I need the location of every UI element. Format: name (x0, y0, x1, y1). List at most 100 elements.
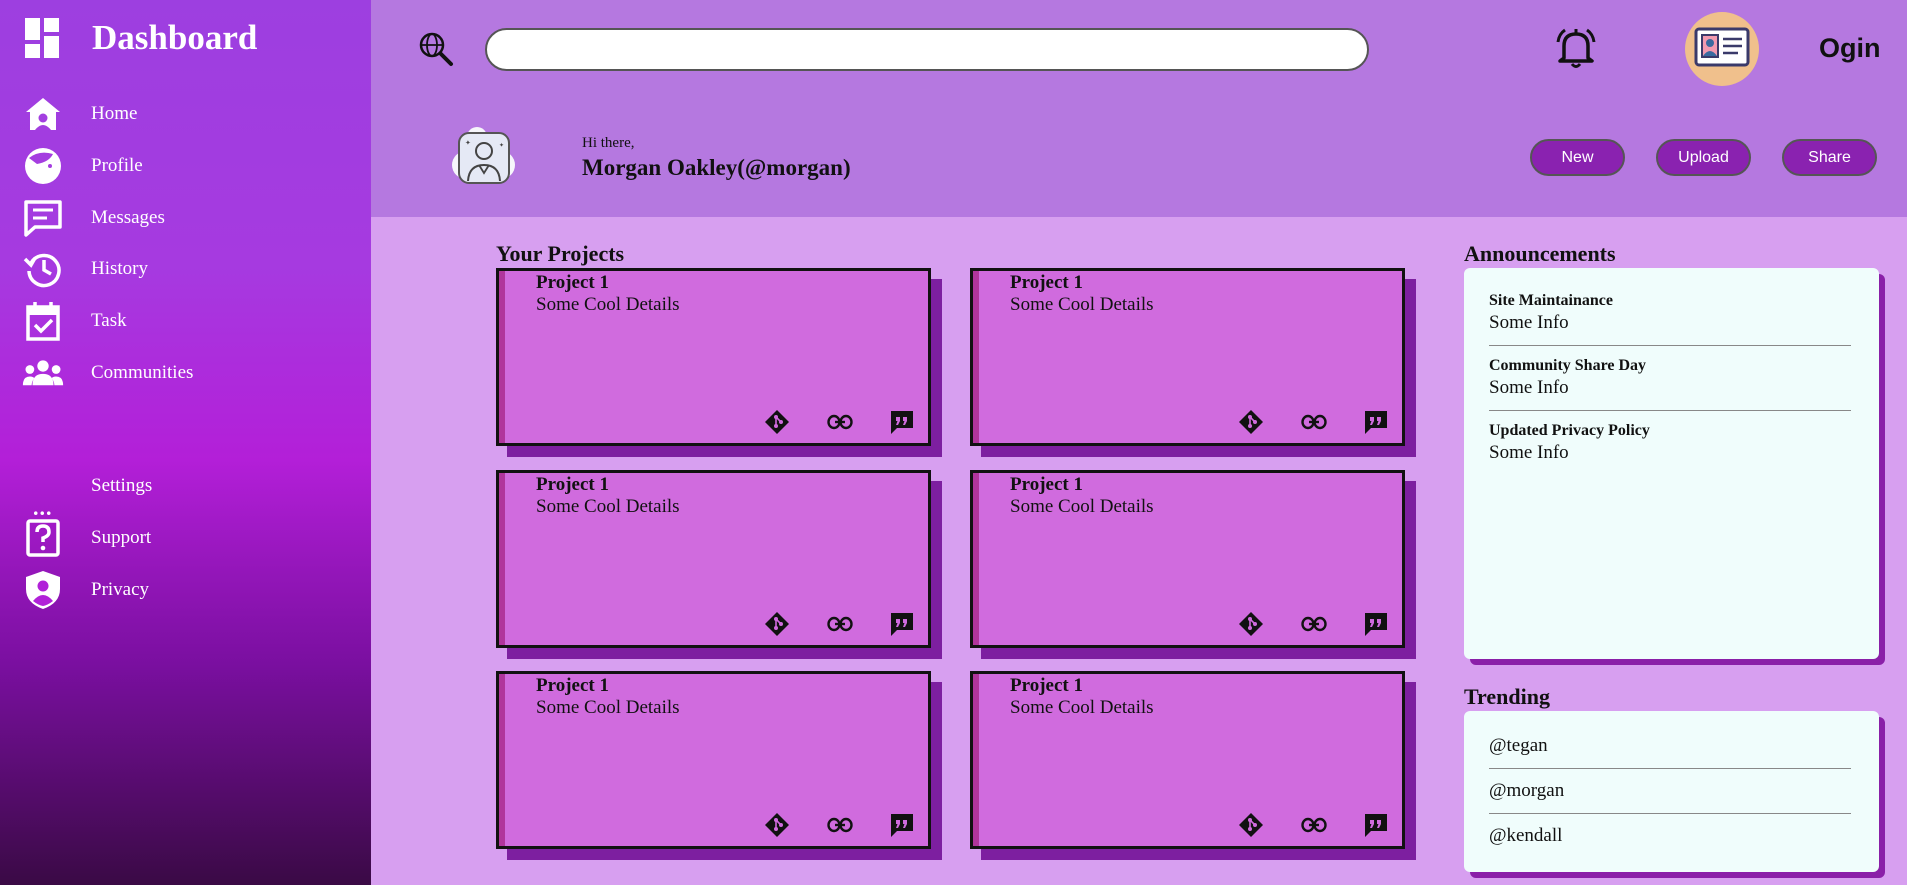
project-card[interactable]: Project 1 Some Cool Details (496, 470, 931, 648)
link-icon[interactable] (826, 610, 854, 638)
comment-quote-icon[interactable] (1362, 811, 1390, 839)
project-title: Project 1 (1010, 474, 1083, 495)
project-card[interactable]: Project 1 Some Cool Details (496, 268, 931, 446)
sidebar-item-support[interactable]: Support (0, 516, 371, 560)
share-button[interactable]: Share (1782, 139, 1877, 176)
comment-quote-icon[interactable] (888, 408, 916, 436)
sidebar-item-label: Privacy (91, 579, 150, 600)
link-icon[interactable] (1300, 811, 1328, 839)
git-icon[interactable] (763, 408, 791, 436)
search-icon[interactable] (418, 31, 454, 67)
project-card[interactable]: Project 1 Some Cool Details (970, 268, 1405, 446)
header: Ogin ✦ ✦ Hi there, Morgan Oakley(@morgan)… (371, 0, 1907, 217)
project-card[interactable]: Project 1 Some Cool Details (496, 671, 931, 849)
link-icon[interactable] (1300, 408, 1328, 436)
project-details: Some Cool Details (536, 697, 680, 718)
divider (1489, 410, 1851, 411)
bell-icon[interactable] (1554, 26, 1598, 70)
username: Morgan Oakley(@morgan) (582, 155, 851, 180)
sidebar-item-home[interactable]: Home (0, 92, 371, 136)
sidebar-item-label: Home (91, 103, 138, 124)
project-title: Project 1 (536, 272, 609, 293)
sidebar-item-history[interactable]: History (0, 247, 371, 291)
project-details: Some Cool Details (1010, 496, 1154, 517)
divider (1489, 345, 1851, 346)
greeting-text: Hi there, (582, 135, 635, 151)
announcement-item[interactable]: Community Share Day Some Info (1489, 357, 1851, 399)
announcement-title: Community Share Day (1489, 357, 1647, 374)
project-details: Some Cool Details (1010, 697, 1154, 718)
projects-heading: Your Projects (496, 241, 625, 266)
divider (1489, 813, 1851, 814)
link-icon[interactable] (826, 811, 854, 839)
project-card[interactable]: Project 1 Some Cool Details (970, 671, 1405, 849)
sidebar: Dashboard Home Profile Messages History … (0, 0, 371, 885)
brand[interactable]: Dashboard (25, 18, 257, 58)
link-icon[interactable] (1300, 610, 1328, 638)
comment-quote-icon[interactable] (1362, 610, 1390, 638)
sidebar-title: Dashboard (92, 18, 258, 57)
new-button[interactable]: New (1530, 139, 1625, 176)
git-icon[interactable] (1237, 610, 1265, 638)
project-title: Project 1 (536, 675, 609, 696)
git-icon[interactable] (763, 610, 791, 638)
sidebar-item-label: Task (91, 310, 127, 331)
announcement-item[interactable]: Updated Privacy Policy Some Info (1489, 422, 1851, 464)
sidebar-item-messages[interactable]: Messages (0, 196, 371, 240)
comment-quote-icon[interactable] (1362, 408, 1390, 436)
comment-quote-icon[interactable] (888, 811, 916, 839)
sidebar-item-label: Support (91, 527, 152, 548)
login-link[interactable]: Ogin (1819, 33, 1881, 64)
git-icon[interactable] (1237, 811, 1265, 839)
announcements-heading: Announcements (1464, 241, 1616, 266)
divider (1489, 768, 1851, 769)
sidebar-item-settings[interactable]: Settings (0, 464, 371, 508)
project-details: Some Cool Details (1010, 294, 1154, 315)
sidebar-item-label: Communities (91, 362, 194, 383)
project-title: Project 1 (1010, 272, 1083, 293)
history-icon (22, 248, 64, 290)
sidebar-item-label: Messages (91, 207, 165, 228)
search-input[interactable] (485, 28, 1369, 71)
trending-heading: Trending (1464, 684, 1550, 709)
svg-text:✦: ✦ (465, 139, 471, 147)
announcement-info: Some Info (1489, 442, 1569, 463)
sidebar-item-profile[interactable]: Profile (0, 144, 371, 188)
messages-icon (22, 197, 64, 239)
profile-icon (22, 145, 64, 187)
git-icon[interactable] (763, 811, 791, 839)
sidebar-item-label: Settings (91, 475, 153, 496)
task-icon (22, 300, 64, 342)
trending-item[interactable]: @kendall (1489, 825, 1562, 847)
announcement-info: Some Info (1489, 312, 1569, 333)
shield-user-icon (22, 569, 64, 611)
sidebar-item-task[interactable]: Task (0, 299, 371, 343)
trending-item[interactable]: @tegan (1489, 735, 1548, 757)
link-icon[interactable] (826, 408, 854, 436)
trending-item[interactable]: @morgan (1489, 780, 1564, 802)
announcements-panel: Site Maintainance Some Info Community Sh… (1464, 268, 1879, 659)
upload-button[interactable]: Upload (1656, 139, 1751, 176)
project-card[interactable]: Project 1 Some Cool Details (970, 470, 1405, 648)
announcement-title: Updated Privacy Policy (1489, 422, 1650, 439)
sidebar-item-label: History (91, 258, 148, 279)
project-title: Project 1 (1010, 675, 1083, 696)
sidebar-item-privacy[interactable]: Privacy (0, 568, 371, 612)
project-title: Project 1 (536, 474, 609, 495)
sidebar-item-communities[interactable]: Communities (0, 351, 371, 395)
id-card-icon (1694, 27, 1750, 72)
help-icon (22, 517, 64, 559)
svg-text:✦: ✦ (499, 142, 504, 149)
project-details: Some Cool Details (536, 496, 680, 517)
announcement-item[interactable]: Site Maintainance Some Info (1489, 292, 1851, 334)
dashboard-grid-icon (25, 18, 63, 58)
comment-quote-icon[interactable] (888, 610, 916, 638)
communities-icon (22, 352, 64, 394)
git-icon[interactable] (1237, 408, 1265, 436)
id-card-avatar[interactable] (1685, 12, 1759, 86)
announcement-title: Site Maintainance (1489, 292, 1613, 309)
trending-panel: @tegan @morgan @kendall (1464, 711, 1879, 872)
user-avatar[interactable]: ✦ ✦ (451, 125, 517, 189)
home-icon (22, 93, 64, 135)
sidebar-item-label: Profile (91, 155, 143, 176)
